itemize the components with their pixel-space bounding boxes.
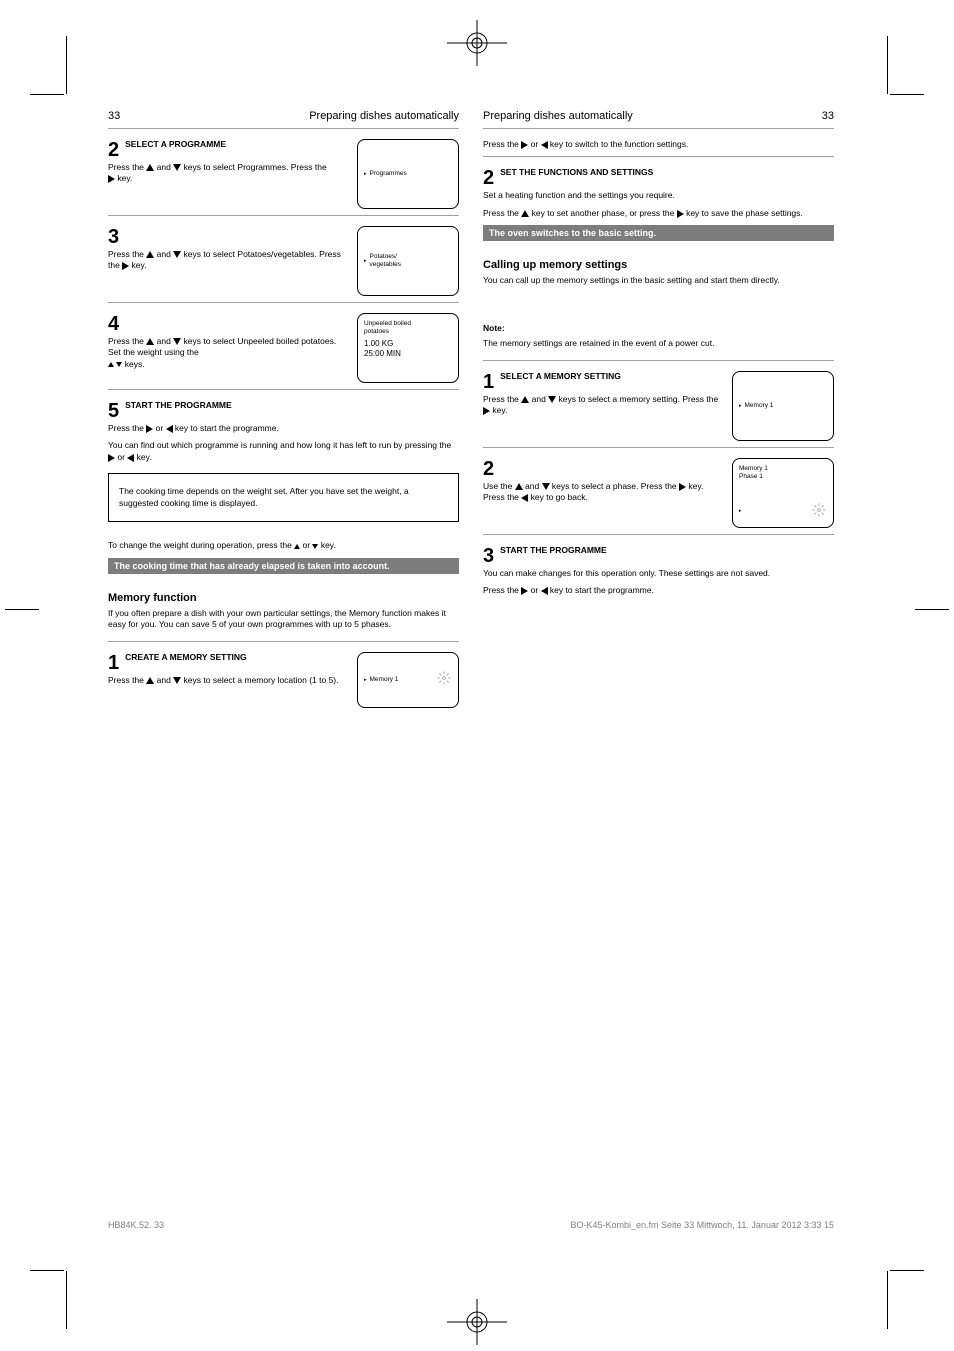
right-arrow-icon — [679, 483, 686, 491]
section-description: You can call up the memory settings in t… — [483, 275, 834, 286]
display-mock: Unpeeled boiled potatoes 1.00 KG 25:00 M… — [357, 313, 459, 383]
crop-mark — [66, 36, 67, 94]
step-label: Set the functions and settings — [500, 167, 653, 177]
right-arrow-icon — [108, 454, 115, 462]
step-4: 4 Press the and keys to select Unpeeled … — [108, 313, 459, 383]
step-number: 1 — [483, 371, 494, 394]
section-title: Calling up memory settings — [483, 259, 834, 271]
section-description: If you often prepare a dish with your ow… — [108, 608, 459, 631]
section-title: Memory function — [108, 592, 459, 604]
page-number-tab: 33 — [822, 110, 834, 122]
step-label: Start the programme — [125, 400, 232, 410]
step-number: 2 — [483, 167, 494, 190]
display-mock: Memory 1 Phase 1 ▸ — [732, 458, 834, 528]
down-arrow-icon — [173, 677, 181, 684]
page-number-tab: 33 — [108, 110, 120, 122]
step-5: 5Start the programme Press the or key to… — [108, 400, 459, 463]
crop-mark — [915, 609, 949, 610]
left-arrow-icon — [541, 141, 548, 149]
crop-mark — [887, 1271, 888, 1329]
step-number: 3 — [108, 226, 119, 249]
step-label: Create a memory setting — [125, 652, 247, 662]
crop-mark — [5, 609, 39, 610]
down-arrow-icon — [173, 251, 181, 258]
crop-mark — [890, 94, 924, 95]
step-number: 1 — [108, 652, 119, 675]
registration-mark-top — [447, 20, 507, 66]
step-2: 2Select a programme Press the and keys t… — [108, 139, 459, 209]
step-number: 4 — [108, 313, 119, 336]
right-arrow-icon — [108, 175, 115, 183]
right-arrow-icon — [483, 407, 490, 415]
callup-step-1: 1Select a memory setting Press the and k… — [483, 371, 834, 441]
step-number: 2 — [483, 458, 494, 481]
left-arrow-icon — [166, 425, 173, 433]
sun-icon — [436, 670, 452, 689]
down-arrow-icon — [542, 483, 550, 490]
left-arrow-icon — [541, 587, 548, 595]
sun-icon — [811, 502, 827, 521]
display-mock: ▸Programmes — [357, 139, 459, 209]
step-number: 3 — [483, 545, 494, 568]
footer-left: HB84K.52. 33 — [108, 1220, 164, 1230]
step-label: Select a programme — [125, 139, 226, 149]
step-label: Select a memory setting — [500, 371, 621, 381]
running-header: Preparing dishes automatically — [309, 110, 459, 122]
note-box: The cooking time depends on the weight s… — [108, 473, 459, 522]
crop-mark — [30, 94, 64, 95]
right-page: Preparing dishes automatically 33 Press … — [483, 110, 834, 708]
right-arrow-icon — [677, 210, 684, 218]
down-arrow-icon — [173, 164, 181, 171]
display-mock: ▸Memory 1 — [357, 652, 459, 708]
display-mock: ▸Memory 1 — [732, 371, 834, 441]
page-footer: HB84K.52. 33 BO-K45-Kombi_en.fm Seite 33… — [108, 1220, 834, 1230]
display-mock: ▸Potatoes/vegetables — [357, 226, 459, 296]
callup-step-3: 3Start the programme You can make change… — [483, 545, 834, 597]
page-spread: 33 Preparing dishes automatically 2Selec… — [108, 110, 834, 1230]
running-header: Preparing dishes automatically — [483, 110, 633, 122]
step-number: 5 — [108, 400, 119, 423]
down-arrow-icon — [173, 338, 181, 345]
crop-mark — [890, 1270, 924, 1271]
down-arrow-icon — [548, 396, 556, 403]
left-page: 33 Preparing dishes automatically 2 Selec… — [108, 110, 459, 708]
registration-mark-bottom — [447, 1299, 507, 1345]
up-arrow-icon — [515, 483, 523, 490]
step-number: 2 — [108, 139, 119, 162]
crop-mark — [30, 1270, 64, 1271]
crop-mark — [887, 36, 888, 94]
step-3: 3 Press the and keys to select Potatoes/… — [108, 226, 459, 296]
callup-step-2: 2 Use the and keys to select a phase. Pr… — [483, 458, 834, 528]
crop-mark — [66, 1271, 67, 1329]
up-arrow-icon — [108, 362, 114, 367]
footer-right: BO-K45-Kombi_en.fm Seite 33 Mittwoch, 11… — [571, 1220, 834, 1230]
highlight-bar: The oven switches to the basic setting. — [483, 225, 834, 241]
step-label: Start the programme — [500, 545, 607, 555]
memory-step-1: 1Create a memory setting Press the and k… — [108, 652, 459, 708]
step-2-right: 2Set the functions and settings Set a he… — [483, 167, 834, 241]
highlight-bar: The cooking time that has already elapse… — [108, 558, 459, 574]
